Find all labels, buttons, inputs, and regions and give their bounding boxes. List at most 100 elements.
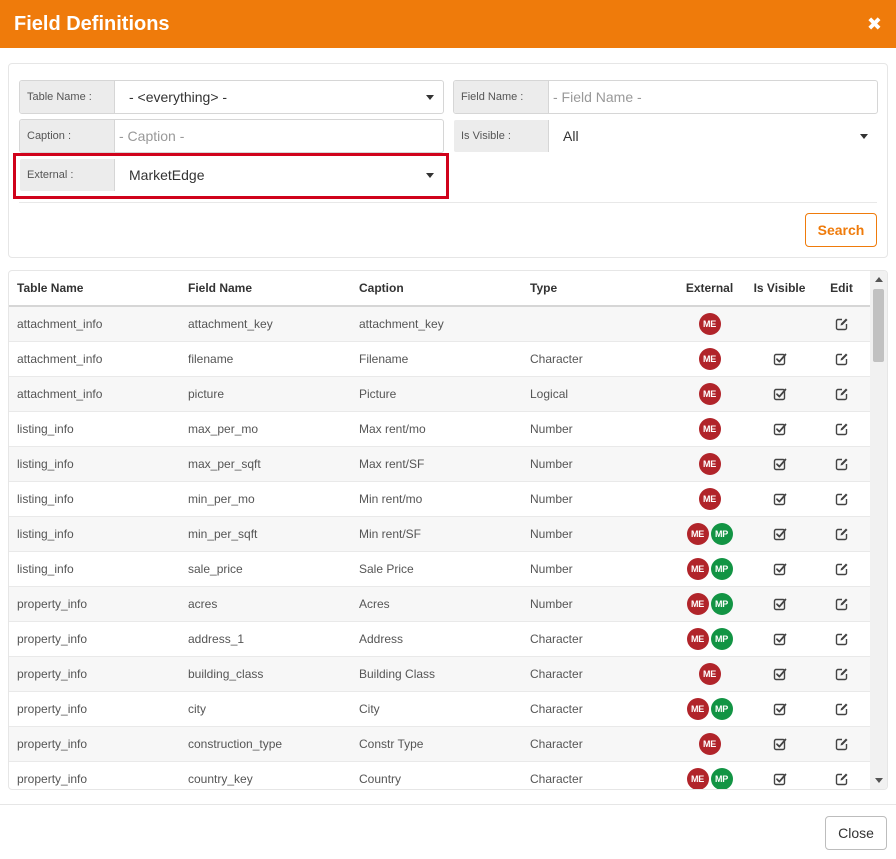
chevron-down-icon <box>860 134 868 139</box>
edit-icon[interactable] <box>835 667 849 681</box>
table-row[interactable]: listing_info sale_price Sale Price Number ME… <box>9 552 871 587</box>
me-badge: ME <box>686 698 709 720</box>
header-type[interactable]: Type <box>522 281 672 295</box>
cell-type: Number <box>530 527 573 541</box>
edit-icon[interactable] <box>835 632 849 646</box>
cell-edit <box>812 562 871 576</box>
field-name-field[interactable]: Field Name : - Field Name - <box>453 80 878 114</box>
cell-external: ME <box>672 383 747 405</box>
mp-badge: MP <box>710 698 733 720</box>
table-row[interactable]: listing_info max_per_mo Max rent/mo Number M… <box>9 412 871 447</box>
dialog-header: Field Definitions ✖ <box>0 0 896 48</box>
cell-field-name: address_1 <box>188 632 245 646</box>
external-select[interactable]: External : MarketEdge <box>19 158 444 192</box>
search-button[interactable]: Search <box>805 213 877 247</box>
table-row[interactable]: listing_info max_per_sqft Max rent/SF Numbe… <box>9 447 871 482</box>
cell-table-name: property_info <box>17 772 88 786</box>
edit-icon[interactable] <box>835 597 849 611</box>
edit-icon[interactable] <box>835 527 849 541</box>
header-field-name[interactable]: Field Name <box>180 281 351 295</box>
scroll-thumb[interactable] <box>873 289 884 362</box>
me-badge: ME <box>686 768 709 789</box>
cell-external: ME <box>672 453 747 475</box>
mp-badge: MP <box>710 628 733 650</box>
table-name-label: Table Name : <box>20 81 115 113</box>
caption-label: Caption : <box>20 120 115 152</box>
me-badge: ME <box>698 488 721 510</box>
header-is-visible[interactable]: Is Visible <box>747 281 812 295</box>
cell-field-name: country_key <box>188 772 253 786</box>
is-visible-value: All <box>563 128 579 144</box>
cell-field-name: construction_type <box>188 737 283 751</box>
scroll-down-icon[interactable] <box>875 778 883 783</box>
is-visible-select[interactable]: Is Visible : All <box>453 119 878 153</box>
external-label: External : <box>20 159 115 191</box>
edit-icon[interactable] <box>835 317 849 331</box>
cell-field-name: acres <box>188 597 218 611</box>
table-row[interactable]: property_info city City Character ME MP <box>9 692 871 727</box>
caption-input[interactable]: - Caption - <box>115 120 443 152</box>
edit-icon[interactable] <box>835 702 849 716</box>
mp-badge: MP <box>710 768 733 789</box>
cell-is-visible <box>747 492 812 506</box>
edit-icon[interactable] <box>835 737 849 751</box>
table-header: Table Name Field Name Caption Type Exter… <box>9 271 871 307</box>
caption-field[interactable]: Caption : - Caption - <box>19 119 444 153</box>
cell-is-visible <box>747 702 812 716</box>
cell-type: Character <box>530 632 583 646</box>
cell-type: Character <box>530 667 583 681</box>
checkbox-checked-icon <box>773 492 787 506</box>
divider <box>19 202 877 203</box>
cell-is-visible <box>747 772 812 786</box>
table-row[interactable]: attachment_info picture Picture Logical ME <box>9 377 871 412</box>
cell-field-name: max_per_sqft <box>188 457 261 471</box>
table-row[interactable]: property_info building_class Building Clas… <box>9 657 871 692</box>
edit-icon[interactable] <box>835 387 849 401</box>
table-row[interactable]: property_info acres Acres Number ME MP <box>9 587 871 622</box>
edit-icon[interactable] <box>835 422 849 436</box>
cell-external: ME <box>672 488 747 510</box>
scroll-up-icon[interactable] <box>875 277 883 282</box>
cell-external: ME MP <box>672 593 747 615</box>
table-name-select[interactable]: Table Name : - <everything> - <box>19 80 444 114</box>
cell-table-name: attachment_info <box>17 352 103 366</box>
cell-edit <box>812 387 871 401</box>
cell-external: ME <box>672 663 747 685</box>
me-badge: ME <box>698 348 721 370</box>
table-row[interactable]: property_info construction_type Constr Typ… <box>9 727 871 762</box>
cell-edit <box>812 632 871 646</box>
cell-caption: Constr Type <box>359 737 424 751</box>
table-row[interactable]: property_info address_1 Address Character ME… <box>9 622 871 657</box>
cell-caption: attachment_key <box>359 317 444 331</box>
edit-icon[interactable] <box>835 457 849 471</box>
edit-icon[interactable] <box>835 562 849 576</box>
cell-is-visible <box>747 632 812 646</box>
cell-external: ME <box>672 313 747 335</box>
table-row[interactable]: listing_info min_per_sqft Min rent/SF Numbe… <box>9 517 871 552</box>
table-row[interactable]: attachment_info attachment_key attachment_… <box>9 307 871 342</box>
vertical-scrollbar[interactable] <box>870 271 887 789</box>
checkbox-checked-icon <box>773 422 787 436</box>
cell-table-name: property_info <box>17 597 88 611</box>
cell-type: Number <box>530 492 573 506</box>
checkbox-checked-icon <box>773 597 787 611</box>
header-table-name[interactable]: Table Name <box>9 281 180 295</box>
cell-caption: Address <box>359 632 404 646</box>
field-name-input[interactable]: - Field Name - <box>549 81 877 113</box>
field-definitions-table: Table Name Field Name Caption Type Exter… <box>8 270 888 790</box>
table-row[interactable]: property_info country_key Country Character… <box>9 762 871 789</box>
table-row[interactable]: attachment_info filename Filename Character… <box>9 342 871 377</box>
me-badge: ME <box>686 593 709 615</box>
edit-icon[interactable] <box>835 772 849 786</box>
close-icon[interactable]: ✖ <box>867 15 882 33</box>
checkbox-checked-icon <box>773 457 787 471</box>
edit-icon[interactable] <box>835 492 849 506</box>
close-button[interactable]: Close <box>825 816 887 850</box>
checkbox-checked-icon <box>773 352 787 366</box>
table-row[interactable]: listing_info min_per_mo Min rent/mo Number M… <box>9 482 871 517</box>
header-external[interactable]: External <box>672 281 747 295</box>
edit-icon[interactable] <box>835 352 849 366</box>
is-visible-label: Is Visible : <box>454 120 549 152</box>
header-caption[interactable]: Caption <box>351 281 522 295</box>
cell-caption: Acres <box>359 597 390 611</box>
